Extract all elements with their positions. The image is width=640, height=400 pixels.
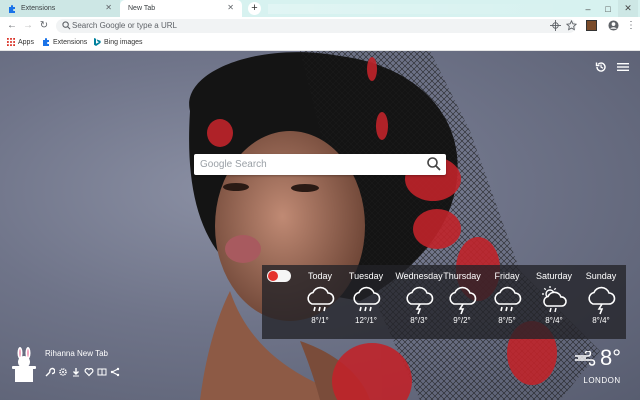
forecast-day: Friday 8°/5° (483, 271, 531, 325)
day-temp: 9°/2° (453, 316, 471, 325)
day-temp: 8°/1° (311, 316, 329, 325)
bookmarks-bar: Apps Extensions Bing images (0, 35, 640, 51)
reload-icon[interactable]: ↻ (38, 20, 50, 32)
forecast-day: Saturday 8°/4° (530, 271, 578, 325)
thunder-cloud-icon (588, 286, 616, 315)
day-temp: 8°/5° (498, 316, 516, 325)
toggle-knob (268, 271, 278, 281)
forecast-day: Thursday 9°/2° (438, 271, 486, 325)
heart-icon[interactable] (84, 364, 97, 377)
bing-icon (94, 38, 101, 46)
day-temp: 12°/1° (355, 316, 377, 325)
search-input[interactable] (200, 157, 420, 172)
close-tab-icon[interactable]: ✕ (227, 3, 234, 12)
day-name: Friday (494, 271, 520, 281)
profile-icon[interactable] (608, 20, 619, 31)
bookmark-label: Apps (18, 38, 34, 46)
weather-toggle[interactable] (267, 270, 291, 282)
extension-toolbar (45, 364, 123, 377)
more-vert-icon[interactable]: ⋮ (625, 20, 637, 32)
tab-new-tab[interactable]: New Tab ✕ (120, 0, 242, 17)
tab-title: Extensions (21, 5, 56, 12)
bookmark-extensions[interactable]: Extensions (42, 38, 87, 46)
search-box (194, 154, 446, 175)
search-icon[interactable] (426, 156, 442, 172)
new-tab-button[interactable]: + (248, 2, 261, 15)
bookmark-label: Extensions (53, 38, 88, 46)
day-name: Sunday (585, 271, 617, 281)
close-tab-icon[interactable]: ✕ (105, 3, 112, 12)
puzzle-icon (8, 4, 16, 13)
weather-panel: Today 8°/1° Tuesday 12°/1° Wednesday 8°/… (262, 265, 626, 339)
bookmark-bing-images[interactable]: Bing images (93, 38, 143, 46)
thunder-cloud-icon (406, 286, 434, 315)
bunny-hat-logo-icon (12, 347, 36, 382)
puzzle-icon (43, 38, 49, 46)
extension-icon[interactable] (586, 20, 597, 31)
back-arrow-icon[interactable]: ← (6, 20, 18, 32)
forecast-day: Tuesday 12°/1° (342, 271, 390, 325)
new-tab-page: Today 8°/1° Tuesday 12°/1° Wednesday 8°/… (0, 51, 640, 400)
search-icon (62, 21, 71, 30)
share-icon[interactable] (110, 364, 123, 377)
tab-title: New Tab (128, 5, 156, 12)
wind-icon (575, 351, 596, 366)
rain-cloud-icon (353, 286, 381, 312)
day-name: Tuesday (348, 271, 384, 281)
rain-cloud-icon (307, 286, 335, 312)
current-temp: 8° (600, 345, 622, 370)
maximize-icon[interactable]: □ (598, 0, 618, 17)
omnibox[interactable]: Search Google or type a URL (56, 19, 576, 33)
tab-extensions[interactable]: Extensions ✕ (0, 0, 120, 17)
day-name: Saturday (535, 271, 573, 281)
apps-grid-icon (7, 38, 15, 46)
forward-arrow-icon[interactable]: → (22, 20, 34, 32)
minimize-icon[interactable]: – (578, 0, 598, 17)
day-temp: 8°/4° (592, 316, 610, 325)
extension-title: Rihanna New Tab (45, 349, 109, 358)
gear-icon[interactable] (58, 364, 71, 376)
omnibox-placeholder: Search Google or type a URL (72, 21, 177, 30)
tab-strip: Extensions ✕ New Tab ✕ + – □ ✕ (0, 0, 640, 17)
background-tabs (268, 4, 568, 14)
rain-cloud-icon (494, 286, 522, 312)
hamburger-menu-icon[interactable] (616, 60, 630, 74)
bookmark-apps[interactable]: Apps (7, 38, 34, 46)
download-icon[interactable] (71, 364, 84, 377)
close-window-icon[interactable]: ✕ (618, 0, 638, 17)
browser-toolbar: ← → ↻ Search Google or type a URL ⋮ (0, 17, 640, 35)
location-icon[interactable] (550, 20, 561, 31)
forecast-day: Sunday 8°/4° (577, 271, 625, 325)
current-city: LONDON (583, 376, 621, 385)
wrench-icon[interactable] (45, 364, 58, 377)
day-name: Today (307, 271, 333, 281)
sun-rain-cloud-icon (542, 286, 567, 313)
extension-branding: Rihanna New Tab (10, 347, 140, 397)
gallery-icon[interactable] (97, 364, 110, 376)
bookmark-label: Bing images (104, 38, 143, 46)
thunder-cloud-icon (449, 286, 477, 315)
current-weather: 8° LONDON (572, 345, 632, 395)
day-name: Thursday (443, 271, 481, 281)
forecast-day: Today 8°/1° (296, 271, 344, 325)
day-temp: 8°/4° (545, 316, 563, 325)
star-icon[interactable] (566, 20, 577, 31)
history-icon[interactable] (594, 60, 608, 74)
